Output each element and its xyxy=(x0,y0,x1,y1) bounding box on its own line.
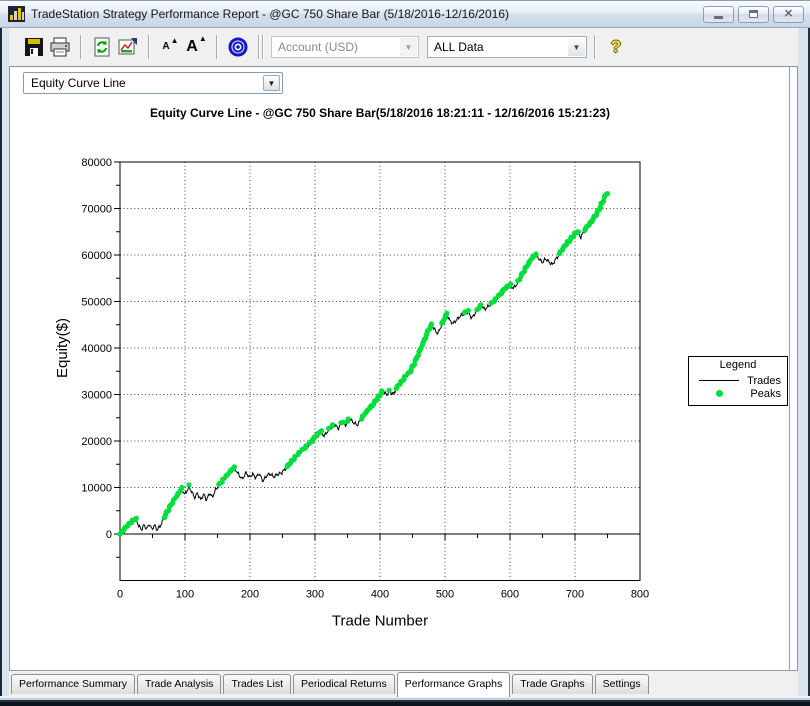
legend-label: Trades xyxy=(741,375,781,387)
chart-area: Equity Curve Line ▼ Equity Curve Line - … xyxy=(9,66,798,670)
y-tick-label: 50000 xyxy=(81,297,112,309)
y-tick-label: 20000 xyxy=(81,436,112,448)
x-tick-label: 400 xyxy=(371,589,389,601)
window-title: TradeStation Strategy Performance Report… xyxy=(31,7,699,21)
legend-entry-trades: Trades xyxy=(689,374,787,387)
toolbar-separator xyxy=(148,35,150,59)
equity-curve-line xyxy=(120,194,608,534)
window-frame-bottom xyxy=(0,696,810,706)
window-frame-left xyxy=(0,28,9,706)
x-tick-label: 0 xyxy=(117,589,123,601)
target-icon xyxy=(228,37,248,57)
caret-icon: ▲ xyxy=(199,35,207,43)
toolbar-gripper xyxy=(258,35,260,59)
x-axis-title: Trade Number xyxy=(332,613,428,630)
x-tick-label: 700 xyxy=(566,589,584,601)
equity-curve-chart: 0100002000030000400005000060000700008000… xyxy=(10,67,791,671)
tradestation-app-icon xyxy=(8,6,25,22)
print-icon xyxy=(49,37,71,57)
target-button[interactable] xyxy=(225,34,251,60)
x-tick-label: 500 xyxy=(436,589,454,601)
dot-sample-icon xyxy=(697,390,741,397)
minimize-button[interactable] xyxy=(703,6,734,23)
decrease-font-button[interactable]: A ▲ xyxy=(157,34,183,60)
tab-performance-graphs[interactable]: Performance Graphs xyxy=(397,672,510,697)
toolbar-gripper xyxy=(262,35,264,59)
axis-labels: 0100002000030000400005000060000700008000… xyxy=(54,157,649,630)
peak-markers xyxy=(117,191,610,537)
account-combobox-value: Account (USD) xyxy=(278,40,358,54)
refresh-icon xyxy=(92,37,112,57)
chevron-down-icon: ▼ xyxy=(568,38,585,56)
chevron-down-icon: ▼ xyxy=(400,38,417,56)
tab-trades-list[interactable]: Trades List xyxy=(223,674,291,694)
refresh-button[interactable] xyxy=(89,34,115,60)
close-button[interactable]: ✕ xyxy=(773,6,804,23)
increase-font-button[interactable]: A ▲ xyxy=(183,34,209,60)
x-tick-label: 600 xyxy=(501,589,519,601)
x-tick-label: 300 xyxy=(306,589,324,601)
tab-performance-summary[interactable]: Performance Summary xyxy=(11,674,135,694)
increase-font-icon: A xyxy=(186,39,198,55)
x-tick-label: 800 xyxy=(631,589,649,601)
legend-title: Legend xyxy=(689,359,787,371)
data-range-combobox-value: ALL Data xyxy=(434,40,484,54)
x-tick-label: 100 xyxy=(176,589,194,601)
chart-axes xyxy=(114,162,640,581)
report-body: A ▲ A ▲ Account (USD) ▼ xyxy=(9,28,798,696)
print-button[interactable] xyxy=(47,34,73,60)
chart-grid xyxy=(120,162,640,581)
y-tick-label: 60000 xyxy=(81,250,112,262)
y-axis-title: Equity($) xyxy=(54,318,71,378)
maximize-icon xyxy=(749,10,758,18)
app-window: TradeStation Strategy Performance Report… xyxy=(0,0,810,706)
tab-periodical-returns[interactable]: Periodical Returns xyxy=(293,674,395,694)
data-range-combobox[interactable]: ALL Data ▼ xyxy=(427,36,587,58)
decrease-font-icon: A xyxy=(162,42,169,52)
legend-entry-peaks: Peaks xyxy=(689,387,787,400)
help-button[interactable]: ? xyxy=(603,34,629,60)
toolbar: A ▲ A ▲ Account (USD) ▼ xyxy=(9,28,798,66)
toolbar-separator xyxy=(80,35,82,59)
save-button[interactable] xyxy=(21,34,47,60)
y-tick-label: 40000 xyxy=(81,343,112,355)
report-properties-icon xyxy=(117,37,139,57)
tab-trade-graphs[interactable]: Trade Graphs xyxy=(512,674,592,694)
scrollbar-track[interactable] xyxy=(789,67,797,670)
maximize-button[interactable] xyxy=(738,6,769,23)
chart-legend: Legend Trades Peaks xyxy=(688,356,788,406)
y-tick-label: 30000 xyxy=(81,390,112,402)
y-tick-label: 80000 xyxy=(81,157,112,169)
y-tick-label: 0 xyxy=(106,529,112,541)
minimize-icon xyxy=(714,16,723,19)
legend-label: Peaks xyxy=(741,388,781,400)
tab-bar: Performance SummaryTrade AnalysisTrades … xyxy=(9,670,798,696)
window-frame-right xyxy=(798,28,810,706)
tab-trade-analysis[interactable]: Trade Analysis xyxy=(137,674,221,694)
toolbar-separator xyxy=(594,35,596,59)
close-icon: ✕ xyxy=(784,9,793,20)
title-bar[interactable]: TradeStation Strategy Performance Report… xyxy=(0,0,810,28)
y-tick-label: 10000 xyxy=(81,483,112,495)
x-tick-label: 200 xyxy=(241,589,259,601)
account-combobox: Account (USD) ▼ xyxy=(271,36,419,58)
report-properties-button[interactable] xyxy=(115,34,141,60)
save-icon xyxy=(24,37,44,57)
y-tick-label: 70000 xyxy=(81,204,112,216)
caret-icon: ▲ xyxy=(171,37,179,45)
help-icon: ? xyxy=(611,37,621,57)
tab-settings[interactable]: Settings xyxy=(595,674,649,694)
toolbar-separator xyxy=(216,35,218,59)
line-sample-icon xyxy=(697,380,741,381)
